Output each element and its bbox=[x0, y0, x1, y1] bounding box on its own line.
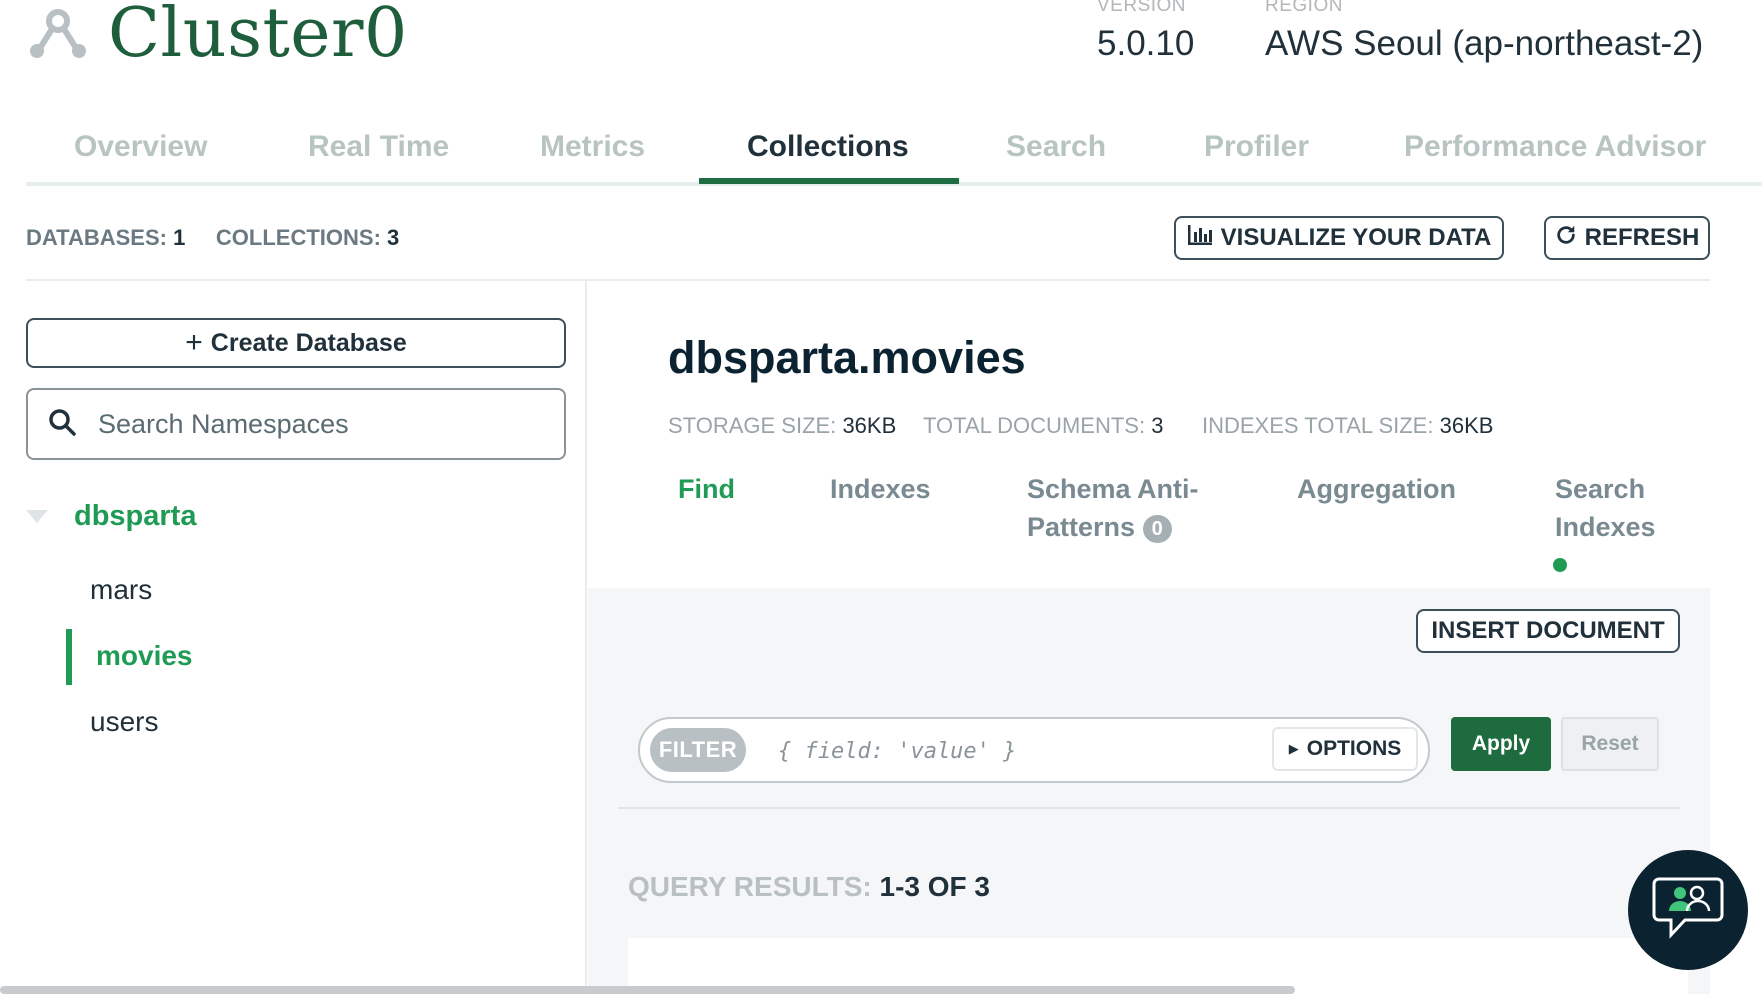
chat-support-icon bbox=[1651, 875, 1725, 946]
region-label: REGION bbox=[1265, 0, 1343, 16]
caret-down-icon[interactable] bbox=[26, 510, 48, 523]
database-item-dbsparta[interactable]: dbsparta bbox=[74, 500, 196, 533]
stats-divider bbox=[26, 279, 1710, 281]
collection-item-users[interactable]: users bbox=[90, 706, 158, 738]
filter-bar: FILTER ▶ OPTIONS bbox=[638, 717, 1430, 783]
total-documents-label: TOTAL DOCUMENTS: bbox=[923, 413, 1146, 438]
tab-performance-advisor[interactable]: Performance Advisor bbox=[1404, 130, 1706, 164]
collections-label: COLLECTIONS: bbox=[215, 225, 381, 250]
subtab-indexes[interactable]: Indexes bbox=[830, 470, 931, 508]
cluster-stats: DATABASES: 1 COLLECTIONS: 3 bbox=[26, 225, 399, 251]
databases-count: 1 bbox=[173, 225, 186, 250]
schema-count-badge: 0 bbox=[1142, 514, 1172, 543]
tab-overview[interactable]: Overview bbox=[74, 130, 207, 164]
refresh-button[interactable]: REFRESH bbox=[1544, 216, 1710, 260]
indexes-size-label: INDEXES TOTAL SIZE: bbox=[1202, 413, 1434, 438]
filter-label: FILTER bbox=[650, 728, 746, 772]
active-tab-indicator bbox=[699, 178, 959, 184]
refresh-icon bbox=[1555, 224, 1577, 253]
refresh-label: REFRESH bbox=[1584, 224, 1700, 251]
tab-search[interactable]: Search bbox=[1006, 130, 1106, 164]
namespace-title: dbsparta.movies bbox=[668, 332, 1026, 383]
tab-profiler[interactable]: Profiler bbox=[1204, 130, 1309, 164]
tab-real-time[interactable]: Real Time bbox=[308, 130, 449, 164]
insert-document-button[interactable]: INSERT DOCUMENT bbox=[1416, 609, 1680, 653]
subtab-schema-line2: Patterns bbox=[1027, 512, 1136, 542]
options-label: OPTIONS bbox=[1306, 737, 1402, 760]
query-results: QUERY RESULTS: 1-3 OF 3 bbox=[628, 871, 990, 903]
cluster-tabs: Overview Real Time Metrics Collections S… bbox=[26, 120, 1762, 186]
total-documents-stat: TOTAL DOCUMENTS: 3 bbox=[923, 413, 1163, 439]
indexes-size-stat: INDEXES TOTAL SIZE: 36KB bbox=[1202, 413, 1493, 439]
bar-chart-icon bbox=[1187, 224, 1213, 253]
subtab-schema-line1: Schema Anti- bbox=[1027, 474, 1199, 504]
visualize-data-button[interactable]: VISUALIZE YOUR DATA bbox=[1174, 216, 1504, 260]
subtab-search-line2: Indexes bbox=[1555, 512, 1656, 542]
options-button[interactable]: ▶ OPTIONS bbox=[1272, 727, 1418, 771]
chat-support-button[interactable] bbox=[1628, 850, 1748, 970]
collection-item-movies[interactable]: movies bbox=[96, 640, 193, 672]
tab-metrics[interactable]: Metrics bbox=[540, 130, 645, 164]
region-value: AWS Seoul (ap-northeast-2) bbox=[1265, 24, 1704, 63]
caret-right-icon: ▶ bbox=[1288, 741, 1299, 756]
new-feature-dot bbox=[1553, 558, 1567, 572]
filter-input[interactable] bbox=[776, 729, 1160, 773]
subtab-aggregation[interactable]: Aggregation bbox=[1297, 470, 1456, 508]
create-database-button[interactable]: + Create Database bbox=[26, 318, 566, 368]
horizontal-scrollbar[interactable] bbox=[0, 986, 1295, 994]
namespace-search bbox=[26, 388, 566, 460]
visualize-data-label: VISUALIZE YOUR DATA bbox=[1220, 224, 1492, 251]
plus-icon: + bbox=[185, 326, 203, 359]
create-database-label: Create Database bbox=[210, 328, 407, 357]
collections-count: 3 bbox=[387, 225, 400, 250]
storage-size-stat: STORAGE SIZE: 36KB bbox=[668, 413, 896, 439]
subtab-schema-anti-patterns[interactable]: Schema Anti- Patterns 0 bbox=[1027, 470, 1199, 546]
tab-collections[interactable]: Collections bbox=[747, 130, 909, 164]
storage-size-value: 36KB bbox=[842, 413, 897, 438]
indexes-size-value: 36KB bbox=[1439, 413, 1494, 438]
filter-divider bbox=[618, 807, 1680, 809]
databases-label: DATABASES: bbox=[26, 225, 167, 250]
cluster-icon bbox=[28, 8, 88, 60]
sidebar-divider bbox=[585, 281, 587, 994]
apply-button[interactable]: Apply bbox=[1451, 717, 1551, 771]
reset-button[interactable]: Reset bbox=[1561, 717, 1659, 771]
query-results-label: QUERY RESULTS: bbox=[628, 871, 872, 902]
subtab-search-indexes[interactable]: Search Indexes bbox=[1555, 470, 1656, 546]
active-collection-indicator bbox=[66, 629, 72, 685]
subtab-search-line1: Search bbox=[1555, 474, 1646, 504]
version-label: VERSION bbox=[1097, 0, 1187, 16]
subtab-find[interactable]: Find bbox=[678, 470, 735, 508]
version-value: 5.0.10 bbox=[1097, 24, 1195, 63]
search-namespaces-input[interactable] bbox=[96, 407, 564, 441]
cluster-title: Cluster0 bbox=[108, 0, 408, 73]
total-documents-value: 3 bbox=[1151, 413, 1164, 438]
query-results-count: 1-3 OF 3 bbox=[879, 871, 990, 902]
storage-size-label: STORAGE SIZE: bbox=[668, 413, 837, 438]
search-icon bbox=[48, 408, 76, 441]
collection-item-mars[interactable]: mars bbox=[90, 574, 152, 606]
